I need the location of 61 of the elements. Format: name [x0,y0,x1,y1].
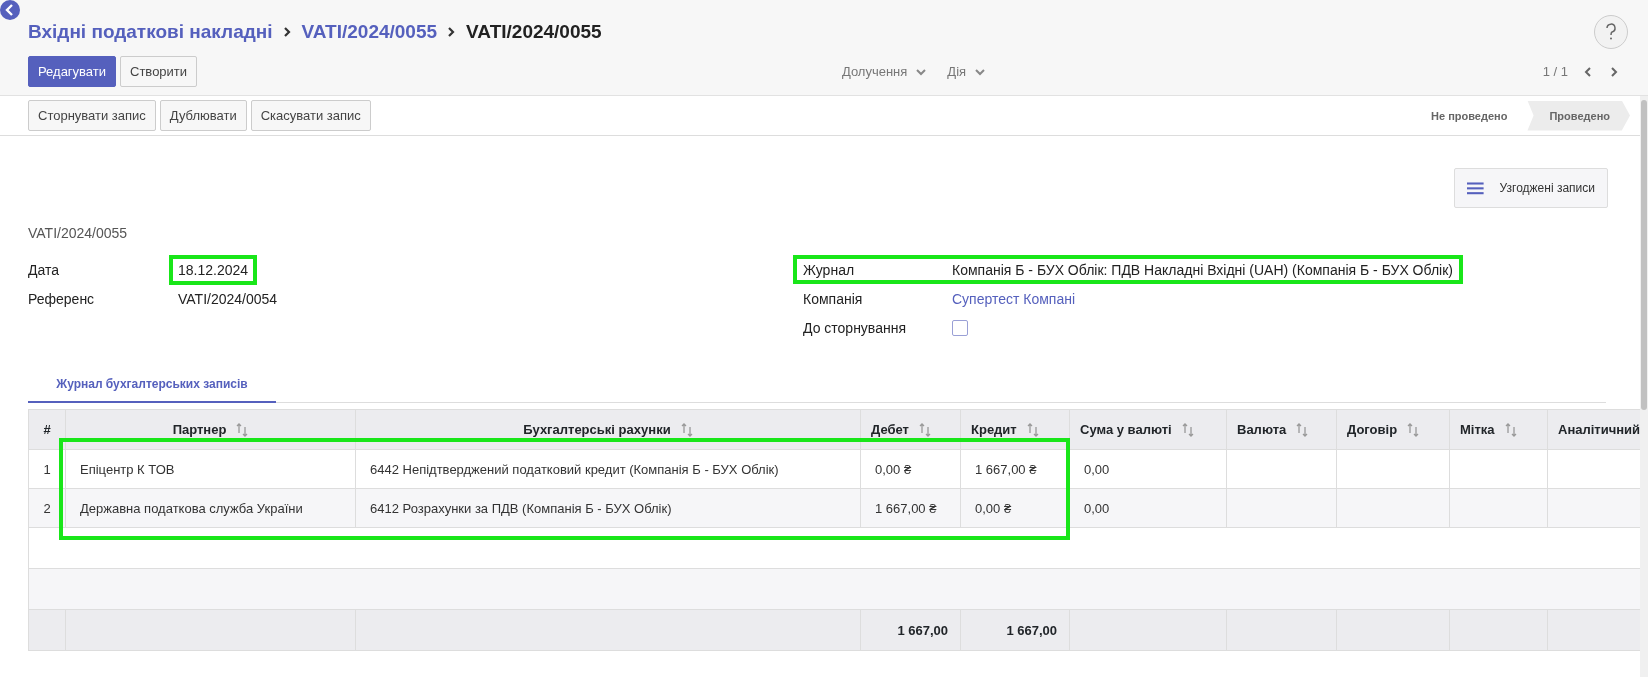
sort-icon [918,423,931,438]
status-step[interactable]: Не проведено [1409,100,1528,131]
sort-icon [1026,423,1039,438]
back-icon[interactable] [0,0,20,20]
column-header[interactable]: Сума у валюті [1069,409,1227,450]
chevron-right-icon [282,26,292,38]
field-value: 18.12.2024 [169,255,258,285]
field-label: До сторнування [803,319,907,336]
sort-icon [1504,423,1517,438]
table-cell: 0,00 [1069,449,1227,489]
table-cell: 1 667,00 ₴ [860,488,961,528]
table-cell: 0,00 ₴ [860,449,961,489]
field-label: Журнал [803,261,856,278]
column-header[interactable]: Мітка [1449,409,1548,450]
breadcrumb-link[interactable]: VATI/2024/0055 [301,21,438,43]
sort-icon [1296,423,1309,438]
dropdown-button[interactable]: Долучення [841,64,928,79]
sort-icon [680,423,693,438]
sort-icon [1181,423,1194,438]
table-cell: 6412 Розрахунки за ПДВ (Компанія Б - БУХ Облік) [355,488,861,528]
column-header[interactable]: Аналітичний [1547,409,1640,450]
table-cell: Державна податкова служба України [65,488,356,528]
field-label: Референс [28,291,96,307]
total-cell: 1 667,00 [960,609,1070,651]
action-button[interactable]: Скасувати запис [250,100,371,131]
column-header[interactable]: Валюта [1226,409,1337,450]
next-button[interactable] [1608,65,1620,78]
tab[interactable]: Журнал бухгалтерських записів [28,368,276,403]
table-cell: Епіцентр К ТОВ [65,449,356,489]
field-label: Компанія [803,290,864,307]
column-header[interactable]: Бухгалтерські рахунки [355,409,861,450]
company-link[interactable]: Супертест Компані [952,290,1076,307]
reconciled-entries-button[interactable]: Узгоджені записи [1454,168,1608,208]
sort-icon [1407,423,1420,438]
field-value: VATI/2024/0054 [177,290,279,309]
table-cell: 0,00 [1069,488,1227,528]
chevron-right-icon [1608,65,1620,78]
field-value: Компанія Б - БУХ Облік: ПДВ Накладні Вхідні (UAH) (Компанія Б - БУХ Облік) [952,261,1453,278]
dropdown-button[interactable]: Дія [947,64,987,79]
checkbox[interactable] [952,319,968,336]
previous-button[interactable] [1582,65,1594,78]
status-step[interactable]: Проведено [1527,100,1630,131]
chevron-left-icon [1582,65,1594,78]
edit-button[interactable]: Редагувати [28,56,117,87]
sort-icon [236,423,249,438]
scrollbar[interactable] [1640,96,1648,677]
action-button[interactable]: Сторнувати запис [28,100,156,131]
help-button[interactable] [1594,15,1628,49]
column-header[interactable]: # [28,409,66,450]
question-mark-icon [1604,22,1618,42]
chevron-right-icon [447,26,457,38]
pager-counter: 1 / 1 [1542,64,1568,79]
record-name: VATI/2024/0055 [27,224,129,241]
page-title: VATI/2024/0055 [466,21,602,43]
table-cell: 6442 Непідтверджений податковий кредит (Компанія Б - БУХ Облік) [355,449,861,489]
breadcrumb-link[interactable]: Вхідні податкові накладні [28,21,273,43]
action-button[interactable]: Дублювати [159,100,247,131]
total-cell: 1 667,00 [860,609,961,651]
field-label: Дата [28,262,60,278]
create-button[interactable]: Створити [120,56,198,87]
column-header[interactable]: Договір [1336,409,1450,450]
